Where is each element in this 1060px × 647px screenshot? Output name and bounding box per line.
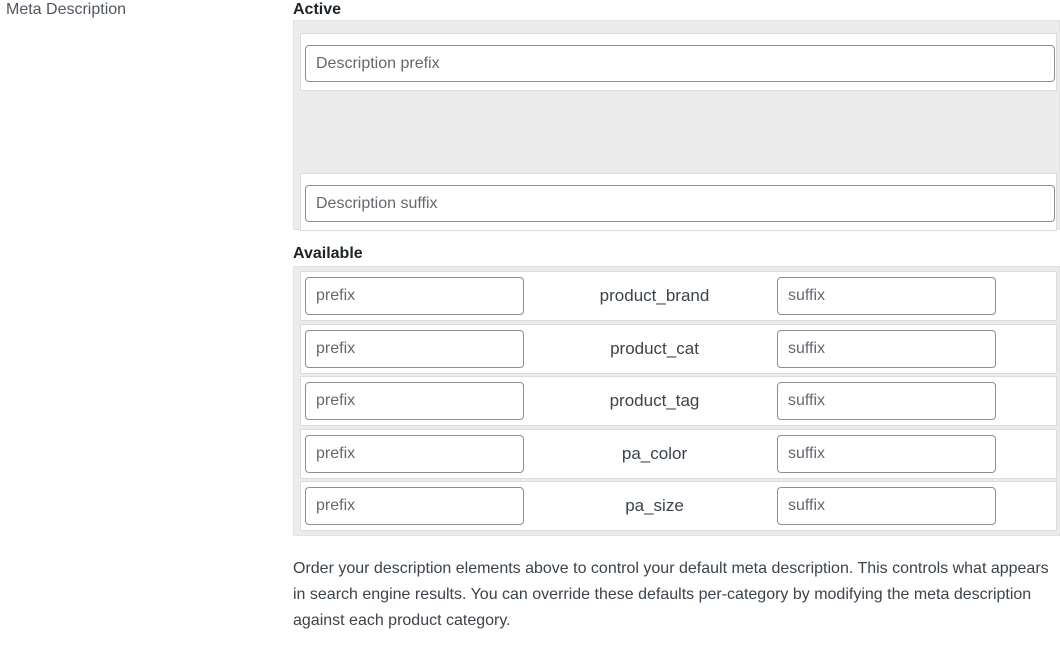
available-row-product-brand[interactable]: product_brand xyxy=(300,271,1057,321)
available-row-product-cat[interactable]: product_cat xyxy=(300,324,1057,374)
available-elements-list[interactable]: product_brand product_cat product_tag pa… xyxy=(293,266,1060,536)
active-heading: Active xyxy=(293,1,342,18)
prefix-input[interactable] xyxy=(305,382,524,420)
available-heading: Available xyxy=(293,245,363,262)
element-name: product_brand xyxy=(599,286,710,305)
active-elements-list[interactable] xyxy=(293,20,1060,231)
prefix-input[interactable] xyxy=(305,277,524,315)
description-prefix-input[interactable] xyxy=(305,45,1055,82)
suffix-input[interactable] xyxy=(777,435,996,473)
prefix-input[interactable] xyxy=(305,435,524,473)
active-suffix-row xyxy=(300,173,1057,231)
description-suffix-input[interactable] xyxy=(305,185,1055,222)
element-name: product_tag xyxy=(609,391,700,410)
suffix-input[interactable] xyxy=(777,330,996,368)
active-prefix-row xyxy=(300,33,1057,91)
suffix-input[interactable] xyxy=(777,382,996,420)
suffix-input[interactable] xyxy=(777,487,996,525)
suffix-input[interactable] xyxy=(777,277,996,315)
element-name: pa_size xyxy=(625,496,684,515)
meta-description-label: Meta Description xyxy=(6,1,127,18)
help-text: Order your description elements above to… xyxy=(293,560,1049,629)
element-name: pa_color xyxy=(621,444,688,463)
element-name: product_cat xyxy=(610,339,699,358)
meta-description-settings: Active Available product_brand product_c… xyxy=(293,0,1060,536)
available-row-product-tag[interactable]: product_tag xyxy=(300,376,1057,426)
available-row-pa-color[interactable]: pa_color xyxy=(300,429,1057,479)
prefix-input[interactable] xyxy=(305,330,524,368)
available-row-pa-size[interactable]: pa_size xyxy=(300,481,1057,531)
prefix-input[interactable] xyxy=(305,487,524,525)
